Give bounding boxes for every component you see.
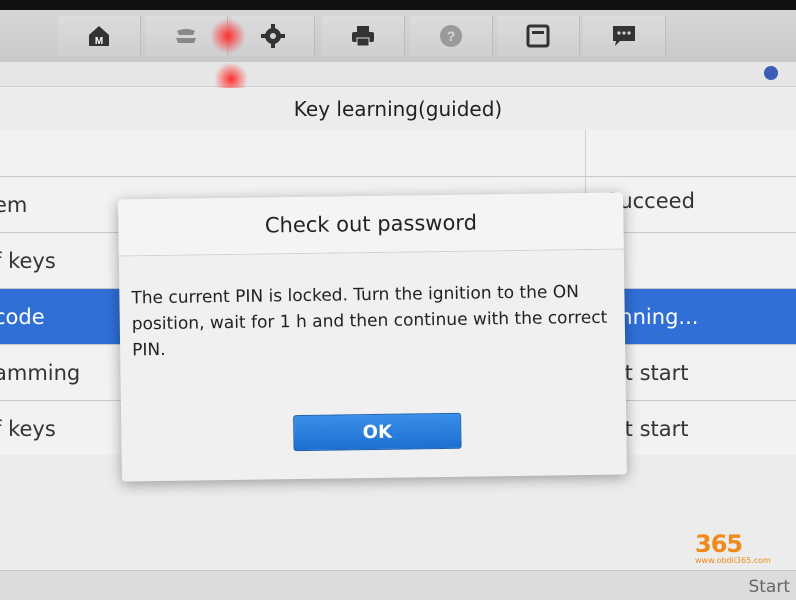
table-row[interactable] [0, 130, 796, 177]
watermark-url: www.obdii365.com [695, 556, 771, 565]
row-status [585, 130, 796, 176]
bottom-action-bar: Start [0, 570, 796, 600]
dialog-title: Check out password [118, 192, 624, 257]
page-title: Key learning(guided) [0, 88, 796, 131]
watermark-logo: 365 www.obdii365.com [695, 530, 785, 590]
message-icon [613, 26, 635, 46]
ok-button[interactable]: OK [293, 412, 462, 452]
network-status-icon [764, 66, 778, 80]
save-icon [526, 24, 550, 48]
row-label [0, 130, 585, 176]
save-button[interactable] [497, 16, 580, 56]
help-button[interactable]: ? [410, 16, 493, 56]
print-button[interactable] [322, 16, 405, 56]
password-dialog: Check out password The current PIN is lo… [118, 192, 627, 482]
message-button[interactable] [583, 16, 666, 56]
help-icon: ? [440, 25, 462, 47]
home-icon: M [89, 26, 109, 47]
svg-text:M: M [95, 36, 103, 47]
screen: M ? Key learning(guided) em Succeed f ke… [0, 10, 796, 600]
top-toolbar: M ? [0, 10, 796, 63]
led-glare [210, 18, 246, 54]
print-icon [352, 26, 374, 47]
vehicle-icon [176, 29, 196, 43]
home-button[interactable]: M [58, 16, 141, 56]
watermark-number: 365 [695, 530, 743, 558]
svg-text:?: ? [447, 28, 456, 44]
settings-icon [261, 24, 285, 48]
dialog-message: The current PIN is locked. Turn the igni… [131, 282, 608, 361]
status-bar [0, 62, 796, 96]
